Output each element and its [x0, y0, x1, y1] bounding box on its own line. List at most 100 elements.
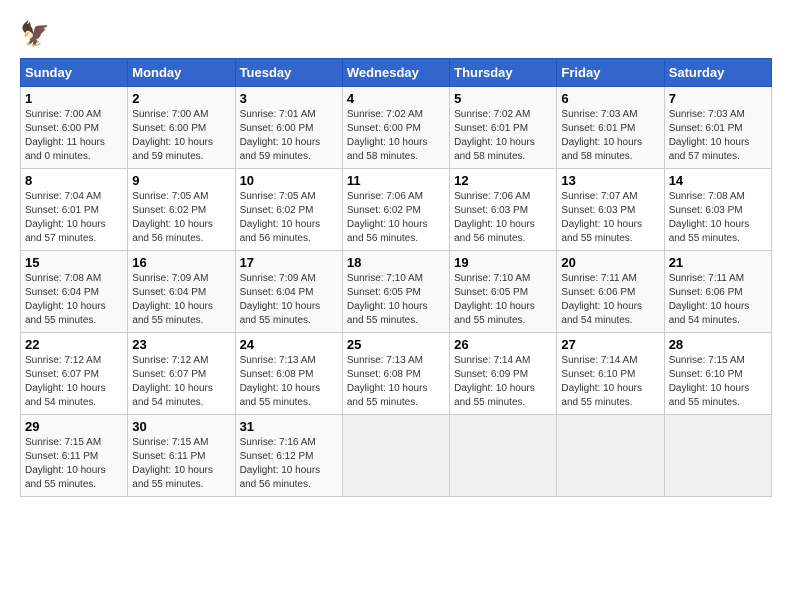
- day-info: Sunrise: 7:09 AM Sunset: 6:04 PM Dayligh…: [132, 272, 230, 328]
- day-info: Sunrise: 7:06 AM Sunset: 6:03 PM Dayligh…: [454, 190, 552, 246]
- day-info: Sunrise: 7:06 AM Sunset: 6:02 PM Dayligh…: [347, 190, 445, 246]
- calendar-cell: 22 Sunrise: 7:12 AM Sunset: 6:07 PM Dayl…: [21, 333, 128, 415]
- day-info: Sunrise: 7:15 AM Sunset: 6:11 PM Dayligh…: [25, 436, 123, 492]
- calendar-cell: 4 Sunrise: 7:02 AM Sunset: 6:00 PM Dayli…: [342, 87, 449, 169]
- svg-text:🦅: 🦅: [20, 20, 48, 48]
- calendar-week-row: 29 Sunrise: 7:15 AM Sunset: 6:11 PM Dayl…: [21, 415, 772, 497]
- day-info: Sunrise: 7:10 AM Sunset: 6:05 PM Dayligh…: [347, 272, 445, 328]
- day-info: Sunrise: 7:05 AM Sunset: 6:02 PM Dayligh…: [240, 190, 338, 246]
- calendar-cell: 31 Sunrise: 7:16 AM Sunset: 6:12 PM Dayl…: [235, 415, 342, 497]
- calendar-cell: 12 Sunrise: 7:06 AM Sunset: 6:03 PM Dayl…: [450, 169, 557, 251]
- day-number: 5: [454, 91, 552, 106]
- calendar-cell: [342, 415, 449, 497]
- day-info: Sunrise: 7:12 AM Sunset: 6:07 PM Dayligh…: [132, 354, 230, 410]
- day-number: 27: [561, 337, 659, 352]
- calendar-week-row: 22 Sunrise: 7:12 AM Sunset: 6:07 PM Dayl…: [21, 333, 772, 415]
- day-info: Sunrise: 7:14 AM Sunset: 6:09 PM Dayligh…: [454, 354, 552, 410]
- day-number: 8: [25, 173, 123, 188]
- calendar-cell: 8 Sunrise: 7:04 AM Sunset: 6:01 PM Dayli…: [21, 169, 128, 251]
- day-number: 3: [240, 91, 338, 106]
- day-info: Sunrise: 7:13 AM Sunset: 6:08 PM Dayligh…: [240, 354, 338, 410]
- calendar-cell: 18 Sunrise: 7:10 AM Sunset: 6:05 PM Dayl…: [342, 251, 449, 333]
- day-info: Sunrise: 7:00 AM Sunset: 6:00 PM Dayligh…: [132, 108, 230, 164]
- day-number: 1: [25, 91, 123, 106]
- calendar-cell: 15 Sunrise: 7:08 AM Sunset: 6:04 PM Dayl…: [21, 251, 128, 333]
- calendar-cell: 10 Sunrise: 7:05 AM Sunset: 6:02 PM Dayl…: [235, 169, 342, 251]
- calendar-cell: [450, 415, 557, 497]
- weekday-header: Saturday: [664, 59, 771, 87]
- day-info: Sunrise: 7:04 AM Sunset: 6:01 PM Dayligh…: [25, 190, 123, 246]
- day-number: 28: [669, 337, 767, 352]
- day-info: Sunrise: 7:01 AM Sunset: 6:00 PM Dayligh…: [240, 108, 338, 164]
- day-info: Sunrise: 7:15 AM Sunset: 6:10 PM Dayligh…: [669, 354, 767, 410]
- calendar-cell: 21 Sunrise: 7:11 AM Sunset: 6:06 PM Dayl…: [664, 251, 771, 333]
- day-info: Sunrise: 7:15 AM Sunset: 6:11 PM Dayligh…: [132, 436, 230, 492]
- calendar-cell: 11 Sunrise: 7:06 AM Sunset: 6:02 PM Dayl…: [342, 169, 449, 251]
- calendar-body: 1 Sunrise: 7:00 AM Sunset: 6:00 PM Dayli…: [21, 87, 772, 497]
- calendar-cell: 7 Sunrise: 7:03 AM Sunset: 6:01 PM Dayli…: [664, 87, 771, 169]
- calendar-cell: 17 Sunrise: 7:09 AM Sunset: 6:04 PM Dayl…: [235, 251, 342, 333]
- day-number: 10: [240, 173, 338, 188]
- day-number: 19: [454, 255, 552, 270]
- day-number: 15: [25, 255, 123, 270]
- day-number: 18: [347, 255, 445, 270]
- weekday-header: Wednesday: [342, 59, 449, 87]
- calendar-cell: 14 Sunrise: 7:08 AM Sunset: 6:03 PM Dayl…: [664, 169, 771, 251]
- weekday-header: Sunday: [21, 59, 128, 87]
- calendar-cell: 1 Sunrise: 7:00 AM Sunset: 6:00 PM Dayli…: [21, 87, 128, 169]
- day-number: 20: [561, 255, 659, 270]
- logo-icon: 🦅: [20, 20, 48, 48]
- calendar-cell: 25 Sunrise: 7:13 AM Sunset: 6:08 PM Dayl…: [342, 333, 449, 415]
- calendar-cell: 13 Sunrise: 7:07 AM Sunset: 6:03 PM Dayl…: [557, 169, 664, 251]
- day-number: 24: [240, 337, 338, 352]
- header-row: SundayMondayTuesdayWednesdayThursdayFrid…: [21, 59, 772, 87]
- day-number: 31: [240, 419, 338, 434]
- calendar-cell: 28 Sunrise: 7:15 AM Sunset: 6:10 PM Dayl…: [664, 333, 771, 415]
- calendar-cell: 29 Sunrise: 7:15 AM Sunset: 6:11 PM Dayl…: [21, 415, 128, 497]
- day-info: Sunrise: 7:03 AM Sunset: 6:01 PM Dayligh…: [669, 108, 767, 164]
- day-info: Sunrise: 7:08 AM Sunset: 6:03 PM Dayligh…: [669, 190, 767, 246]
- day-info: Sunrise: 7:05 AM Sunset: 6:02 PM Dayligh…: [132, 190, 230, 246]
- calendar-cell: 9 Sunrise: 7:05 AM Sunset: 6:02 PM Dayli…: [128, 169, 235, 251]
- day-info: Sunrise: 7:10 AM Sunset: 6:05 PM Dayligh…: [454, 272, 552, 328]
- day-info: Sunrise: 7:11 AM Sunset: 6:06 PM Dayligh…: [669, 272, 767, 328]
- calendar-week-row: 15 Sunrise: 7:08 AM Sunset: 6:04 PM Dayl…: [21, 251, 772, 333]
- calendar-cell: 16 Sunrise: 7:09 AM Sunset: 6:04 PM Dayl…: [128, 251, 235, 333]
- day-number: 23: [132, 337, 230, 352]
- calendar-cell: 5 Sunrise: 7:02 AM Sunset: 6:01 PM Dayli…: [450, 87, 557, 169]
- day-info: Sunrise: 7:09 AM Sunset: 6:04 PM Dayligh…: [240, 272, 338, 328]
- day-number: 11: [347, 173, 445, 188]
- day-info: Sunrise: 7:02 AM Sunset: 6:00 PM Dayligh…: [347, 108, 445, 164]
- page-header: 🦅: [20, 20, 772, 48]
- calendar-cell: 2 Sunrise: 7:00 AM Sunset: 6:00 PM Dayli…: [128, 87, 235, 169]
- day-info: Sunrise: 7:13 AM Sunset: 6:08 PM Dayligh…: [347, 354, 445, 410]
- day-number: 12: [454, 173, 552, 188]
- calendar-header: SundayMondayTuesdayWednesdayThursdayFrid…: [21, 59, 772, 87]
- calendar-cell: 6 Sunrise: 7:03 AM Sunset: 6:01 PM Dayli…: [557, 87, 664, 169]
- weekday-header: Tuesday: [235, 59, 342, 87]
- day-info: Sunrise: 7:02 AM Sunset: 6:01 PM Dayligh…: [454, 108, 552, 164]
- calendar-cell: 26 Sunrise: 7:14 AM Sunset: 6:09 PM Dayl…: [450, 333, 557, 415]
- day-info: Sunrise: 7:00 AM Sunset: 6:00 PM Dayligh…: [25, 108, 123, 164]
- weekday-header: Monday: [128, 59, 235, 87]
- calendar-week-row: 8 Sunrise: 7:04 AM Sunset: 6:01 PM Dayli…: [21, 169, 772, 251]
- day-number: 30: [132, 419, 230, 434]
- day-info: Sunrise: 7:12 AM Sunset: 6:07 PM Dayligh…: [25, 354, 123, 410]
- calendar-cell: [664, 415, 771, 497]
- day-number: 13: [561, 173, 659, 188]
- calendar-cell: 23 Sunrise: 7:12 AM Sunset: 6:07 PM Dayl…: [128, 333, 235, 415]
- calendar-week-row: 1 Sunrise: 7:00 AM Sunset: 6:00 PM Dayli…: [21, 87, 772, 169]
- day-info: Sunrise: 7:16 AM Sunset: 6:12 PM Dayligh…: [240, 436, 338, 492]
- day-number: 22: [25, 337, 123, 352]
- calendar-table: SundayMondayTuesdayWednesdayThursdayFrid…: [20, 58, 772, 497]
- weekday-header: Thursday: [450, 59, 557, 87]
- day-number: 26: [454, 337, 552, 352]
- day-info: Sunrise: 7:07 AM Sunset: 6:03 PM Dayligh…: [561, 190, 659, 246]
- day-number: 29: [25, 419, 123, 434]
- calendar-cell: 3 Sunrise: 7:01 AM Sunset: 6:00 PM Dayli…: [235, 87, 342, 169]
- day-number: 6: [561, 91, 659, 106]
- calendar-cell: [557, 415, 664, 497]
- day-number: 7: [669, 91, 767, 106]
- calendar-cell: 24 Sunrise: 7:13 AM Sunset: 6:08 PM Dayl…: [235, 333, 342, 415]
- day-number: 4: [347, 91, 445, 106]
